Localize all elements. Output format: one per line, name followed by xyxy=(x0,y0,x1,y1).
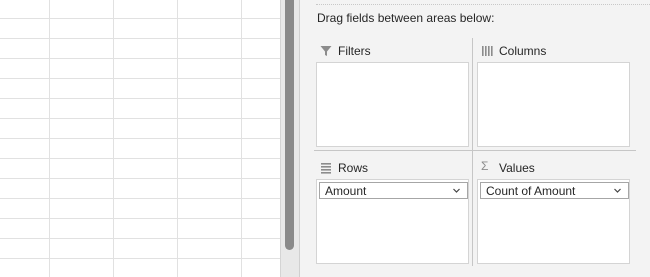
rows-header: Rows xyxy=(316,159,469,177)
values-drop-zone[interactable]: Count of Amount xyxy=(477,179,630,264)
columns-header: Columns xyxy=(477,42,630,60)
splitter-scroll-thumb[interactable] xyxy=(285,0,294,250)
rows-icon xyxy=(321,163,331,174)
pane-separator xyxy=(316,4,650,5)
values-header: Σ Values xyxy=(477,159,630,177)
rows-area: Rows Amount xyxy=(316,159,469,264)
filters-header: Filters xyxy=(316,42,469,60)
rows-field-label: Amount xyxy=(325,184,367,198)
columns-label: Columns xyxy=(499,44,547,58)
area-vertical-separator xyxy=(472,38,473,266)
area-horizontal-separator xyxy=(314,150,636,151)
chevron-down-icon[interactable] xyxy=(452,186,461,195)
pivot-fields-pane: Drag fields between areas below: Filters xyxy=(300,0,650,277)
rows-field-amount[interactable]: Amount xyxy=(319,182,468,199)
filters-drop-zone[interactable] xyxy=(316,62,469,147)
filter-icon xyxy=(320,46,332,56)
filters-area: Filters xyxy=(316,42,469,147)
chevron-down-icon[interactable] xyxy=(613,186,622,195)
values-field-count-of-amount[interactable]: Count of Amount xyxy=(480,182,629,199)
filters-label: Filters xyxy=(338,44,371,58)
values-field-label: Count of Amount xyxy=(486,184,576,198)
values-label: Values xyxy=(499,161,535,175)
pane-splitter[interactable] xyxy=(280,0,300,277)
sigma-icon: Σ xyxy=(481,159,489,173)
rows-label: Rows xyxy=(338,161,369,175)
columns-icon xyxy=(482,46,493,56)
worksheet-grid[interactable] xyxy=(0,0,280,277)
rows-drop-zone[interactable]: Amount xyxy=(316,179,469,264)
columns-drop-zone[interactable] xyxy=(477,62,630,147)
columns-area: Columns xyxy=(477,42,630,147)
values-area: Σ Values Count of Amount xyxy=(477,159,630,264)
excel-window: Drag fields between areas below: Filters xyxy=(0,0,650,277)
drag-instruction: Drag fields between areas below: xyxy=(317,11,495,25)
